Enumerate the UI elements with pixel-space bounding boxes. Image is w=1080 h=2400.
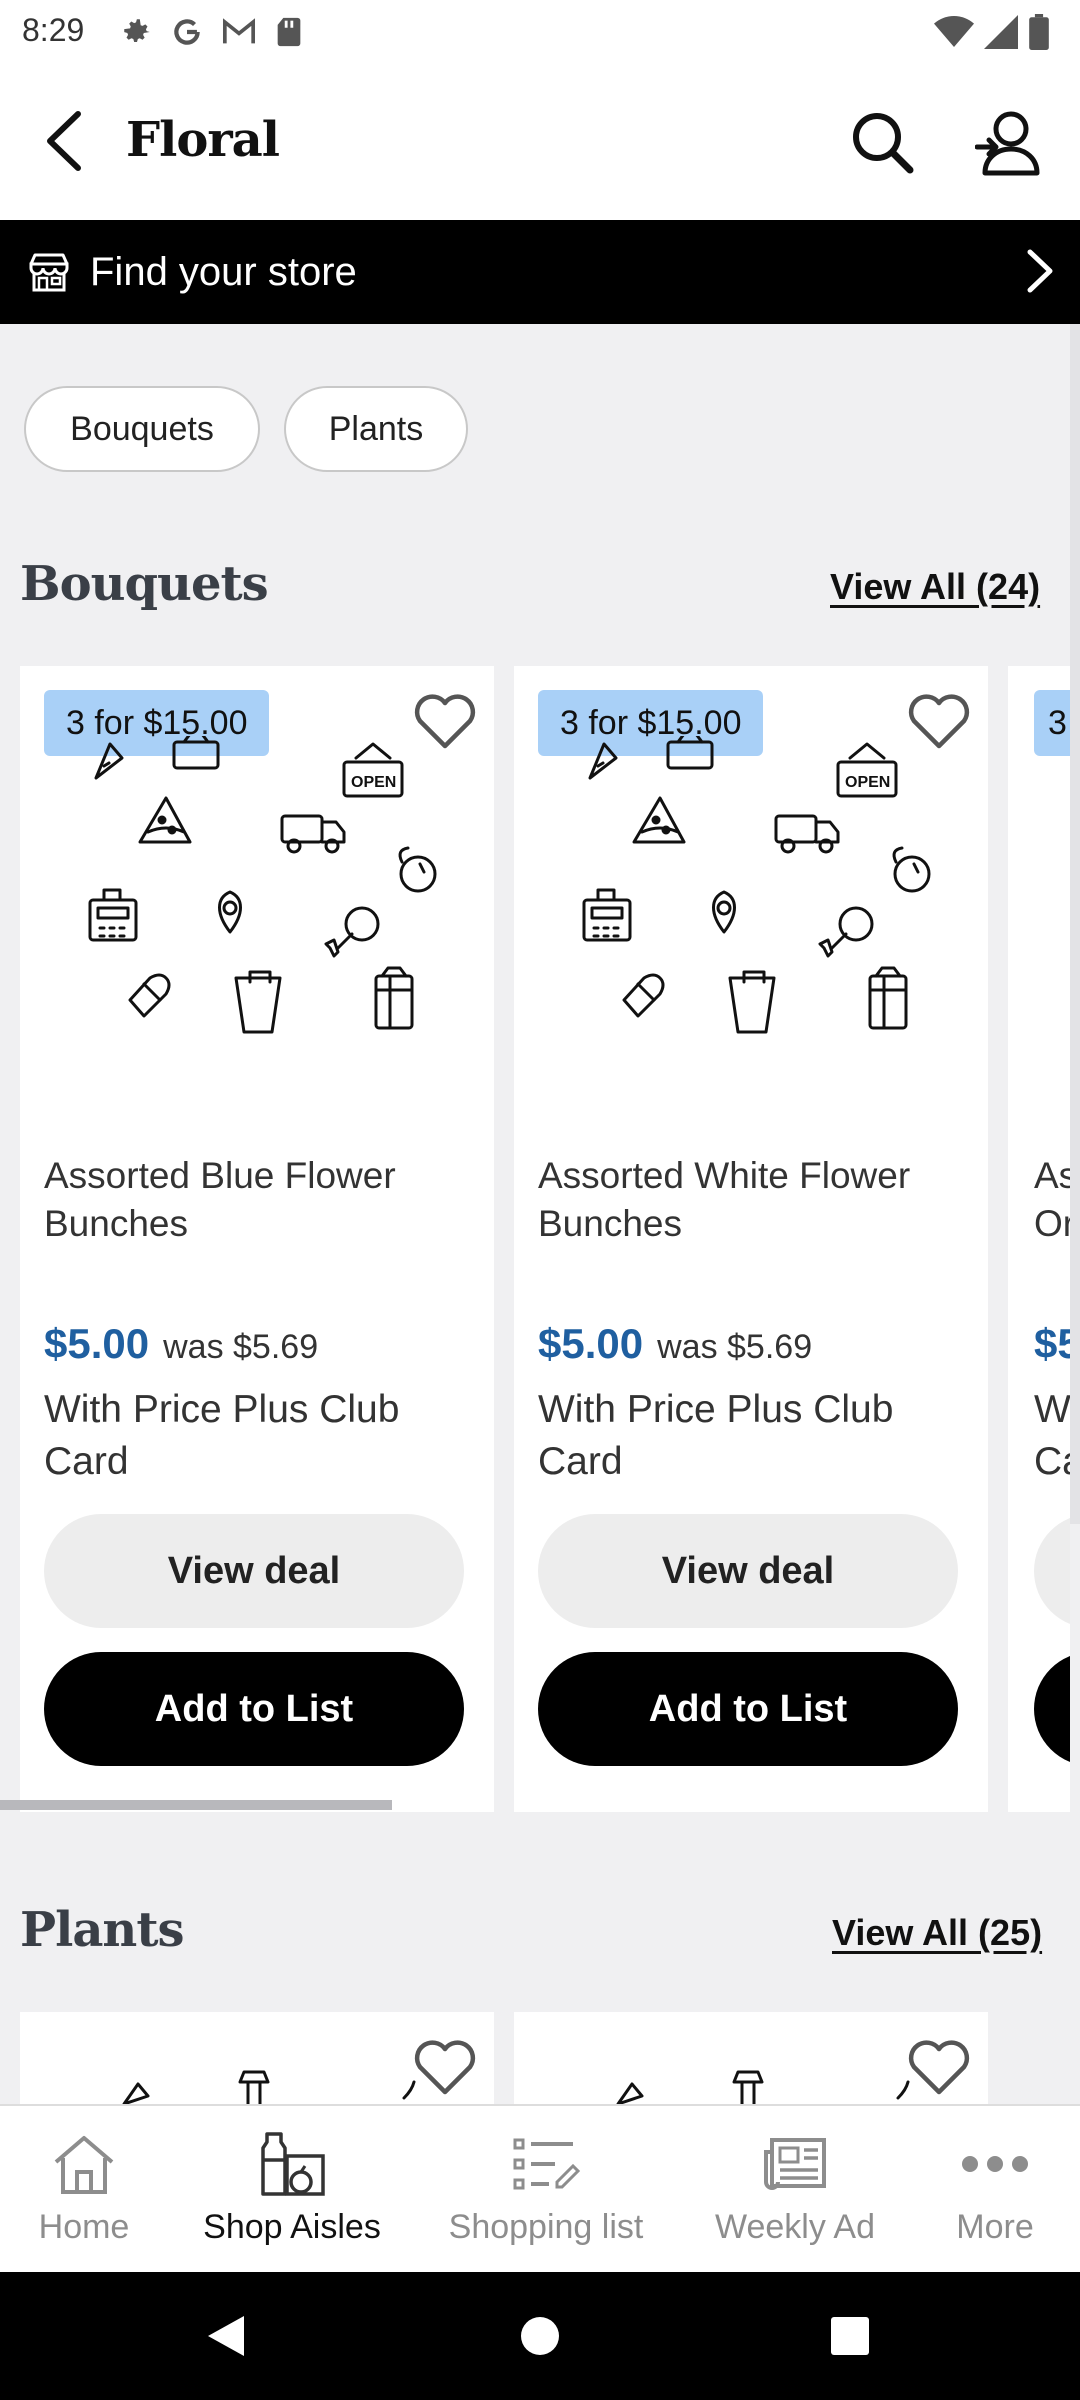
club-card-text: With Price Plus Club Card: [538, 1388, 894, 1483]
nav-label: Home: [38, 2208, 130, 2246]
account-button[interactable]: [972, 104, 1044, 180]
view-deal-button[interactable]: View deal: [44, 1514, 464, 1628]
home-icon: [54, 2136, 114, 2194]
heart-icon: [904, 690, 974, 754]
app-header: Floral: [0, 64, 1080, 220]
search-icon: [853, 113, 914, 174]
nav-label: Weekly Ad: [714, 2208, 875, 2246]
google-icon: [174, 19, 200, 45]
nav-home[interactable]: Home: [0, 2106, 168, 2274]
circle-home-icon: [521, 2317, 559, 2355]
back-button[interactable]: [34, 106, 94, 176]
favorite-button[interactable]: [410, 2036, 480, 2100]
was-price: was $5.69: [657, 1328, 813, 1366]
system-navigation-bar: [0, 2272, 1080, 2400]
bottom-navigation: Home Shop Aisles Shopping list Weekly Ad…: [0, 2104, 1080, 2272]
view-all-plants-link[interactable]: View All (25): [832, 1912, 1042, 1954]
chip-bouquets[interactable]: Bouquets: [24, 386, 260, 472]
square-recents-icon: [831, 2317, 869, 2355]
page-title: Floral: [126, 112, 280, 168]
product-placeholder-image: [582, 736, 931, 1034]
system-recents-button[interactable]: [820, 2306, 880, 2366]
shopping-list-icon: [513, 2138, 581, 2190]
shop-aisles-icon: [261, 2132, 325, 2196]
club-card-text: With Price Plus Club Card: [44, 1388, 400, 1483]
product-card[interactable]: [514, 2012, 988, 2104]
page-scrollbar[interactable]: [1070, 324, 1080, 1524]
product-placeholder-image: [616, 2070, 910, 2104]
wifi-icon: [934, 16, 974, 47]
add-to-list-button[interactable]: [1034, 1652, 1070, 1766]
account-sign-in-icon: [975, 111, 1040, 176]
sale-price: $5.00: [538, 1320, 644, 1367]
price-row: $5.00 was $5.69: [538, 1320, 812, 1368]
heart-icon: [410, 690, 480, 754]
favorite-button[interactable]: [904, 2036, 974, 2100]
add-to-list-button[interactable]: Add to List: [538, 1652, 958, 1766]
cell-signal-icon: [984, 15, 1018, 49]
nav-shop-aisles[interactable]: Shop Aisles: [192, 2106, 392, 2274]
price-row: $5.00 was $5.69: [44, 1320, 318, 1368]
notification-icons: [120, 12, 304, 52]
gmail-icon: [222, 18, 256, 44]
product-card[interactable]: [20, 2012, 494, 2104]
club-card-text: Wi Ca: [1034, 1388, 1070, 1483]
find-store-bar[interactable]: Find your store: [0, 220, 1080, 324]
sale-price: $5: [1034, 1320, 1070, 1367]
search-button[interactable]: [846, 106, 918, 178]
product-name[interactable]: Assorted Blue Flower Bunches: [44, 1152, 464, 1248]
product-name[interactable]: Ass Or: [1034, 1152, 1070, 1248]
product-name[interactable]: Assorted White Flower Bunches: [538, 1152, 958, 1248]
nav-label: More: [956, 2208, 1034, 2246]
product-placeholder-image: [88, 736, 437, 1034]
view-deal-button[interactable]: [1034, 1514, 1070, 1628]
chip-plants[interactable]: Plants: [284, 386, 468, 472]
sale-price: $5.00: [44, 1320, 150, 1367]
system-back-button[interactable]: [196, 2306, 256, 2366]
triangle-back-icon: [208, 2316, 244, 2356]
heart-icon: [410, 2036, 480, 2100]
sd-card-icon: [277, 17, 301, 47]
settings-icon: [124, 19, 150, 43]
status-time: 8:29: [22, 12, 85, 48]
heart-icon: [904, 2036, 974, 2100]
battery-icon: [1029, 14, 1049, 50]
add-to-list-button[interactable]: Add to List: [44, 1652, 464, 1766]
nav-label: Shop Aisles: [203, 2208, 381, 2246]
price-row: $5: [1034, 1320, 1070, 1368]
carousel-scroll-indicator: [0, 1800, 392, 1810]
nav-shopping-list[interactable]: Shopping list: [430, 2106, 662, 2274]
product-card[interactable]: 3 for $15.00 Assorted Blue Flower Bunche…: [20, 666, 494, 1812]
product-card-partial[interactable]: 3 Ass Or $5 Wi Ca: [1008, 666, 1070, 1812]
status-bar: 8:29: [0, 0, 1080, 64]
weekly-ad-icon: [764, 2138, 826, 2190]
back-arrow-icon: [47, 111, 81, 171]
section-title-plants: Plants: [20, 1902, 185, 1958]
view-all-bouquets-link[interactable]: View All (24): [830, 566, 1040, 608]
favorite-button[interactable]: [410, 690, 480, 754]
was-price: was $5.69: [163, 1328, 319, 1366]
chevron-right-icon: [1027, 249, 1053, 293]
product-placeholder-image: [122, 2070, 416, 2104]
favorite-button[interactable]: [904, 690, 974, 754]
deal-badge: 3: [1034, 690, 1070, 756]
product-card[interactable]: 3 for $15.00 Assorted White Flower Bunch…: [514, 666, 988, 1812]
store-icon: [29, 253, 69, 292]
nav-more[interactable]: More: [920, 2106, 1070, 2274]
more-icon: [962, 2156, 1028, 2172]
view-deal-button[interactable]: View deal: [538, 1514, 958, 1628]
system-home-button[interactable]: [510, 2306, 570, 2366]
system-status-icons: [934, 12, 1050, 52]
section-title-bouquets: Bouquets: [20, 556, 269, 612]
nav-weekly-ad[interactable]: Weekly Ad: [700, 2106, 890, 2274]
find-store-label: Find your store: [90, 250, 357, 294]
nav-label: Shopping list: [448, 2208, 644, 2246]
